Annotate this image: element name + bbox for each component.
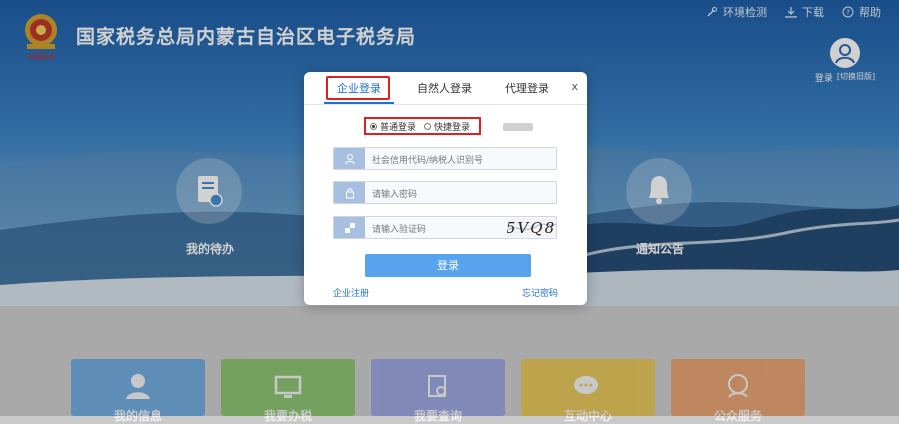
close-icon[interactable]: x [571,80,578,93]
login-button[interactable]: 登录 [365,254,531,277]
captcha-image[interactable]: 5VQ8 [506,218,557,237]
captcha-placeholder: 请输入验证码 [372,225,427,235]
register-link[interactable]: 企业注册 [333,286,369,299]
login-mode-group: 普通登录 快捷登录 [370,120,470,133]
tab-individual-login[interactable]: 自然人登录 [417,80,472,96]
login-tabs: 企业登录 自然人登录 代理登录 x [304,72,587,105]
credit-code-placeholder: 社会信用代码/纳税人识别号 [372,156,484,166]
radio-quick-label: 快捷登录 [434,123,471,133]
radio-quick-login[interactable]: 快捷登录 [424,120,470,133]
password-placeholder: 请输入密码 [372,190,418,200]
blurred-text [503,123,533,131]
radio-selected-icon [370,123,377,130]
active-tab-underline [324,102,394,104]
lock-icon [334,182,365,203]
captcha-text: 5VQ8 [507,219,556,237]
user-icon [334,148,365,169]
captcha-field[interactable]: 请输入验证码 5VQ8 [333,216,557,239]
captcha-icon [334,217,365,238]
login-modal: 企业登录 自然人登录 代理登录 x 普通登录 快捷登录 社会信用代码/纳税人识别… [304,72,587,305]
forgot-password-link[interactable]: 忘记密码 [522,286,558,299]
tab-agent-login[interactable]: 代理登录 [505,80,549,96]
radio-normal-login[interactable]: 普通登录 [370,120,416,133]
radio-unselected-icon [424,123,432,130]
radio-normal-label: 普通登录 [380,123,417,133]
tab-enterprise-login[interactable]: 企业登录 [337,80,381,96]
password-field[interactable]: 请输入密码 [333,181,557,204]
credit-code-field[interactable]: 社会信用代码/纳税人识别号 [333,147,557,170]
